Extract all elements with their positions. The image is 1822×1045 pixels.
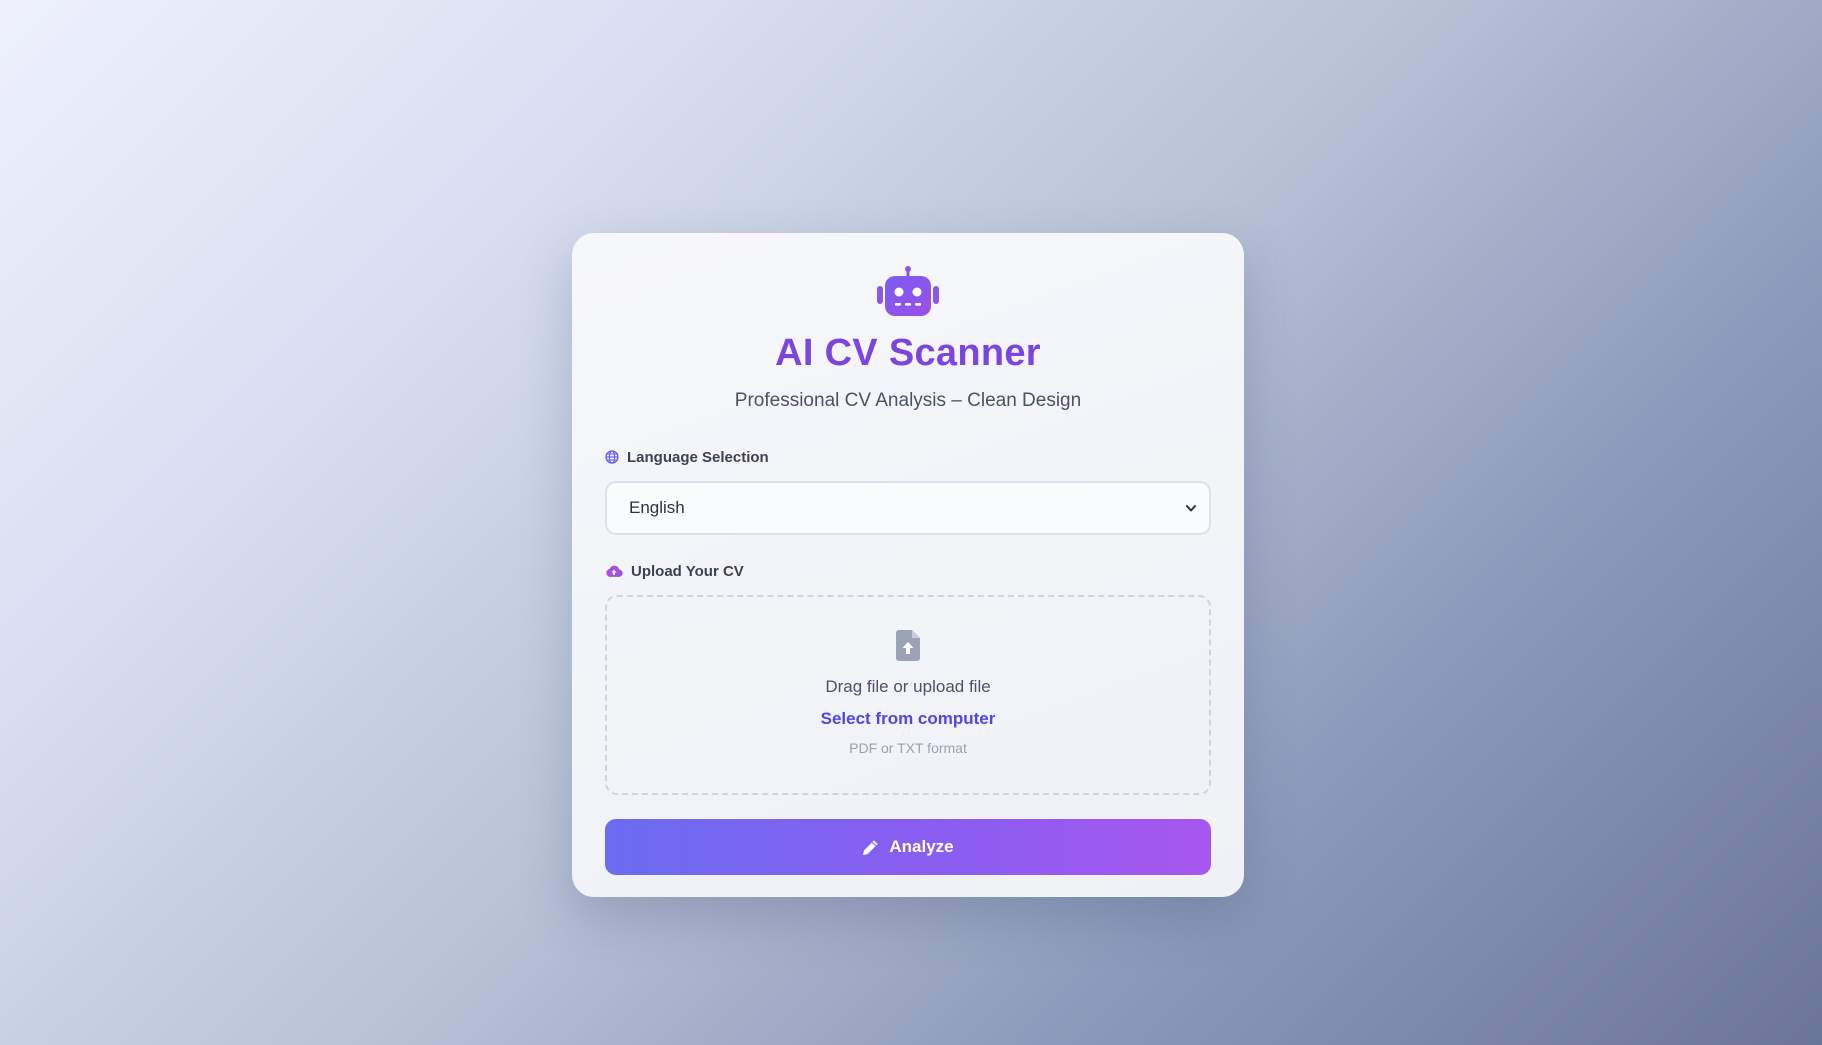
analyze-button-label: Analyze xyxy=(889,837,954,856)
language-select[interactable]: English xyxy=(605,481,1211,535)
language-label: Language Selection xyxy=(605,447,1211,467)
language-label-text: Language Selection xyxy=(627,448,769,466)
card-header: AI CV Scanner Professional CV Analysis –… xyxy=(605,265,1211,413)
language-select-value: English xyxy=(629,498,685,517)
cv-drop-zone[interactable]: Drag file or upload file Select from com… xyxy=(605,595,1211,795)
page-title: AI CV Scanner xyxy=(775,332,1041,374)
file-upload-icon xyxy=(896,630,920,661)
globe-icon xyxy=(605,450,619,464)
chevron-down-icon xyxy=(1186,505,1196,512)
cloud-upload-icon xyxy=(606,565,623,577)
select-from-computer-link[interactable]: Select from computer xyxy=(821,709,996,729)
page-subtitle: Professional CV Analysis – Clean Design xyxy=(734,390,1082,411)
scanner-card: AI CV Scanner Professional CV Analysis –… xyxy=(572,233,1244,897)
upload-label: Upload Your CV xyxy=(605,561,1211,581)
drop-instructions: Drag file or upload file xyxy=(825,677,991,696)
pencil-icon xyxy=(863,839,878,855)
analyze-button[interactable]: Analyze xyxy=(605,819,1211,875)
upload-label-text: Upload Your CV xyxy=(631,562,744,580)
robot-icon xyxy=(877,266,939,316)
format-hint: PDF or TXT format xyxy=(849,740,967,756)
